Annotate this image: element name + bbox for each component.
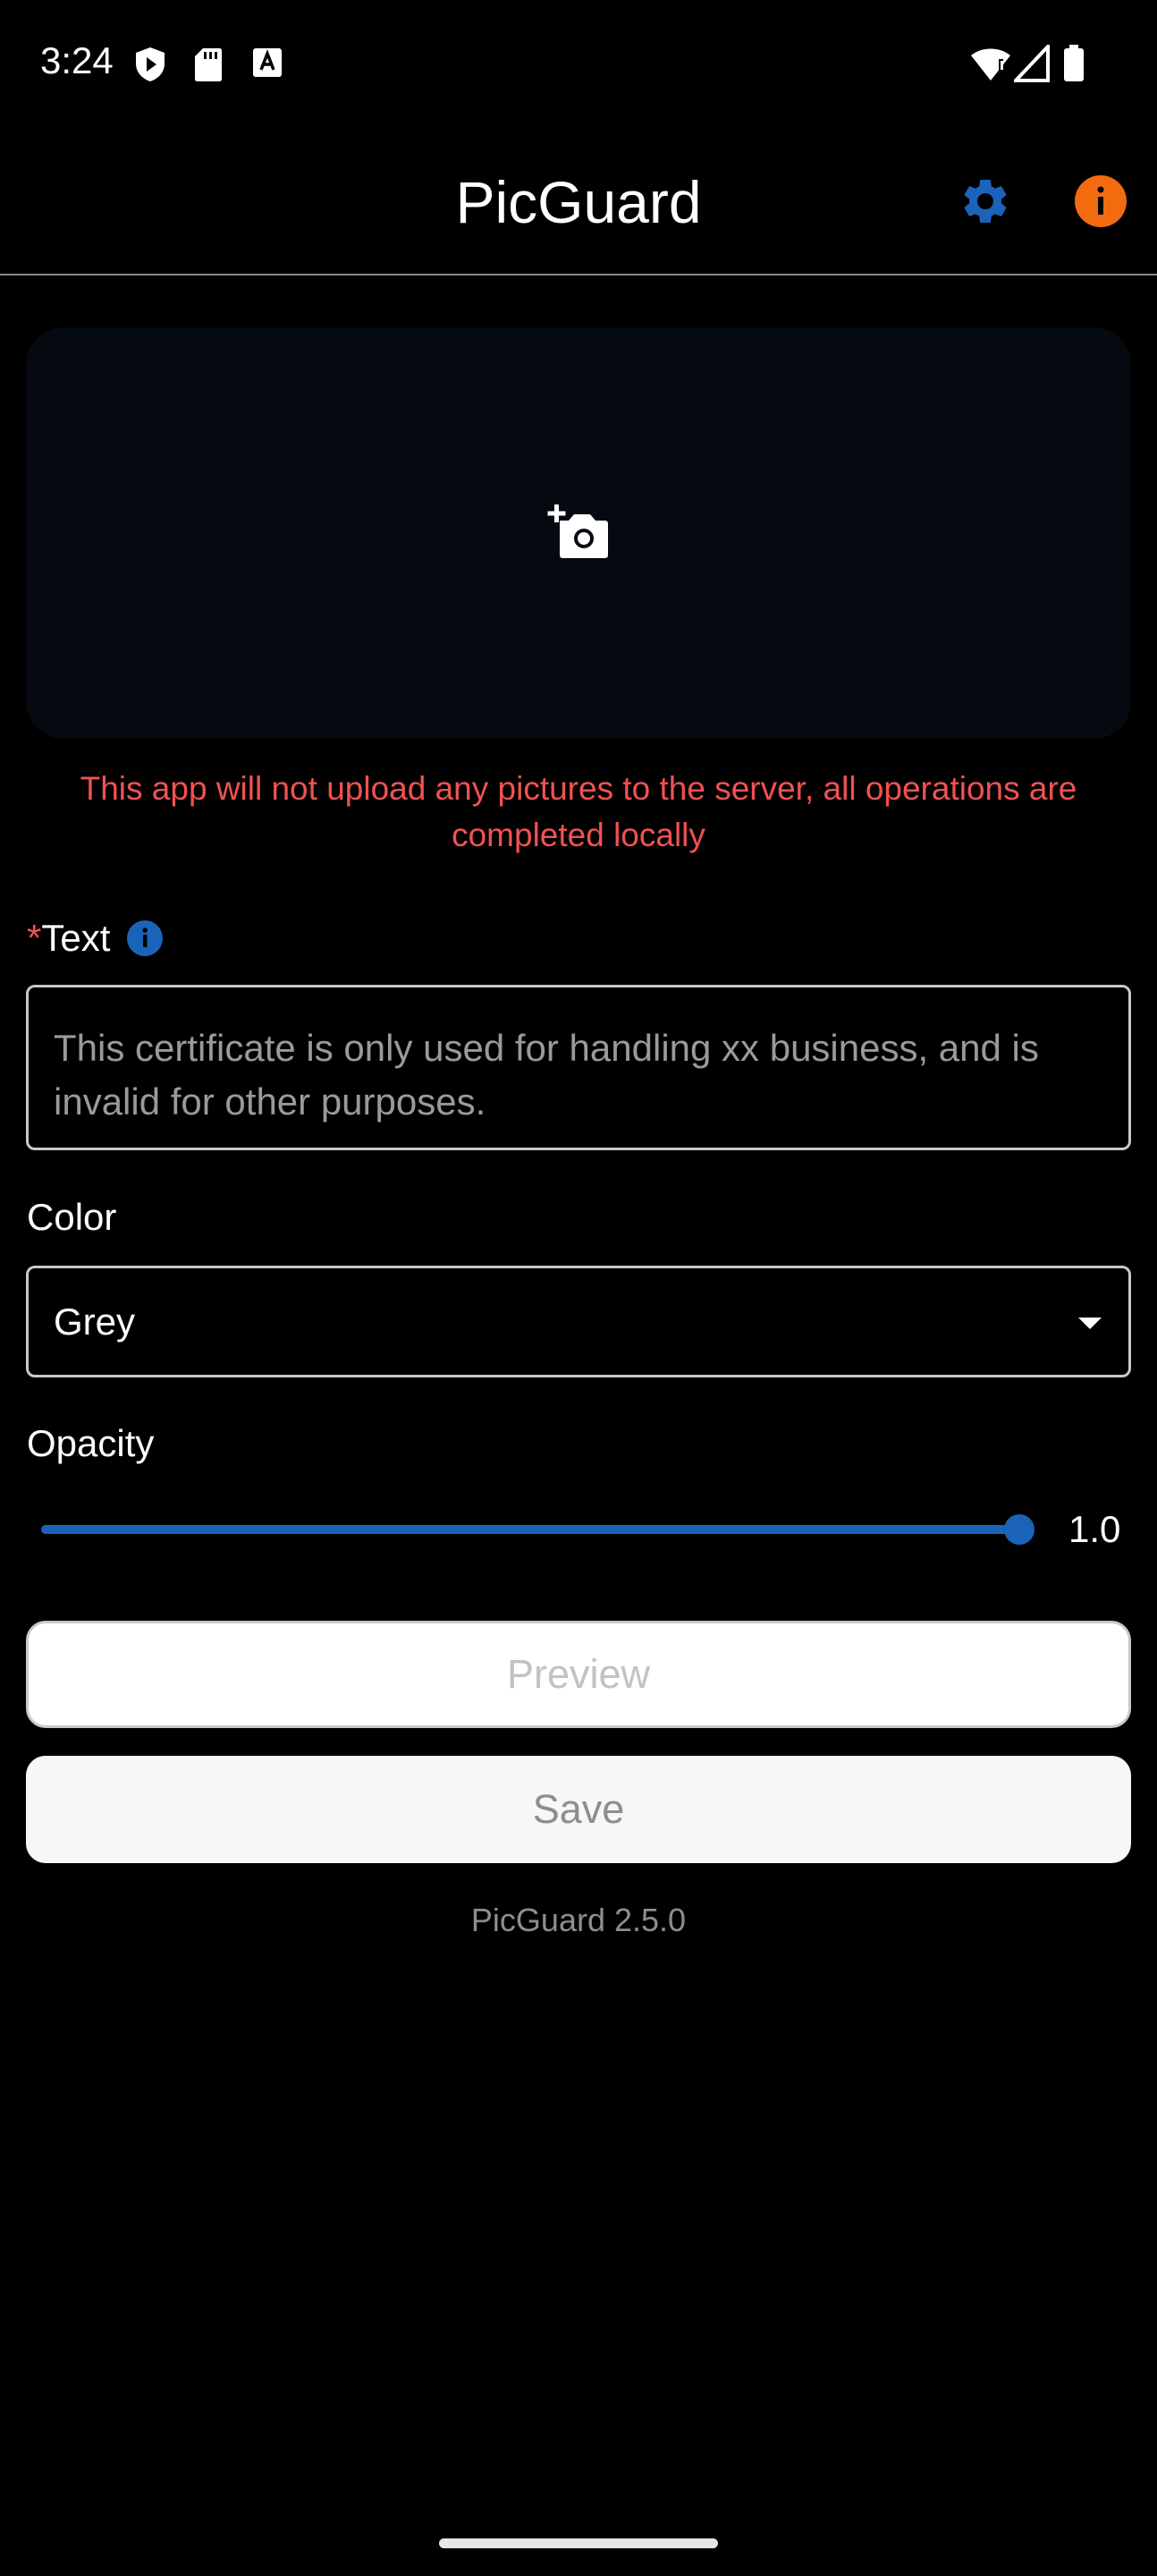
screen: 3:24 PicGuard This app will not upload a… bbox=[0, 0, 1157, 2576]
about-button[interactable] bbox=[1072, 174, 1129, 232]
home-indicator[interactable] bbox=[439, 2538, 718, 2548]
required-mark: * bbox=[27, 917, 42, 959]
opacity-label: Opacity bbox=[27, 1422, 155, 1464]
text-input-placeholder: This certificate is only used for handli… bbox=[54, 1027, 1039, 1123]
color-select[interactable]: Grey bbox=[26, 1266, 1131, 1377]
watermark-text-input[interactable]: This certificate is only used for handli… bbox=[26, 985, 1131, 1150]
keyboard-a-icon bbox=[252, 47, 284, 82]
text-label: Text bbox=[41, 917, 111, 959]
opacity-slider-fill bbox=[41, 1525, 1034, 1534]
app-bar: PicGuard bbox=[0, 134, 1157, 275]
settings-button[interactable] bbox=[957, 174, 1014, 232]
app-version: PicGuard 2.5.0 bbox=[470, 1902, 687, 1938]
shield-play-icon bbox=[134, 47, 166, 82]
privacy-note: This app will not upload any pictures to… bbox=[80, 770, 1077, 853]
opacity-slider-thumb[interactable] bbox=[1004, 1514, 1035, 1545]
add-photo-icon bbox=[547, 503, 610, 564]
wifi-alert-icon bbox=[970, 45, 1011, 82]
save-button[interactable]: Save bbox=[26, 1756, 1131, 1863]
opacity-value: 1.0 bbox=[1068, 1508, 1121, 1550]
info-icon[interactable] bbox=[126, 919, 164, 957]
text-field-label: * Text bbox=[27, 917, 164, 960]
status-bar: 3:24 bbox=[0, 0, 1157, 130]
opacity-slider-track[interactable] bbox=[41, 1525, 1034, 1534]
status-time: 3:24 bbox=[40, 39, 114, 81]
sd-card-icon bbox=[194, 47, 226, 82]
gear-icon bbox=[959, 174, 1012, 233]
color-select-value: Grey bbox=[54, 1301, 136, 1343]
dropdown-arrow-icon bbox=[1078, 1318, 1102, 1329]
info-icon bbox=[1074, 174, 1127, 233]
battery-icon bbox=[1063, 45, 1085, 82]
preview-button[interactable]: Preview bbox=[26, 1621, 1131, 1728]
signal-icon bbox=[1011, 41, 1050, 82]
color-label: Color bbox=[27, 1196, 117, 1238]
image-picker[interactable] bbox=[26, 327, 1131, 739]
